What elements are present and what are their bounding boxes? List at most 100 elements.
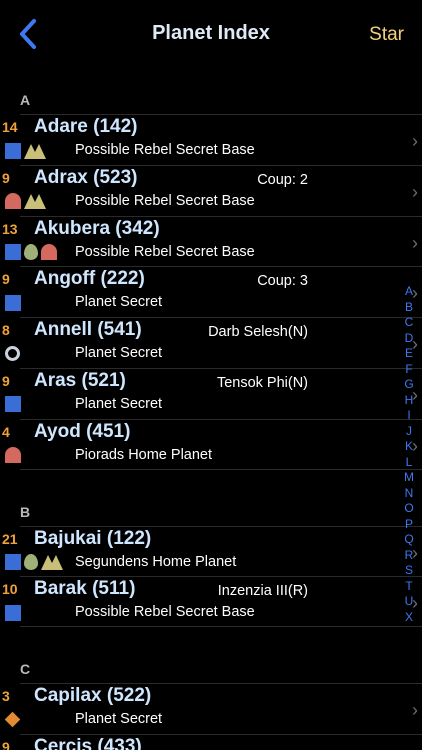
planet-icons — [5, 244, 57, 261]
index-letter[interactable]: A — [400, 284, 418, 300]
planet-detail: Possible Rebel Secret Base — [75, 192, 255, 209]
table-row[interactable]: 14 Adare (142) Possible Rebel Secret Base › — [2, 114, 422, 165]
planet-name: Aras (521) — [34, 369, 126, 391]
index-letter[interactable]: P — [400, 517, 418, 533]
planet-detail: Segundens Home Planet — [75, 553, 237, 570]
planet-name: Bajukai (122) — [34, 527, 152, 549]
planet-icons — [5, 193, 46, 210]
chevron-right-icon: › — [412, 700, 418, 721]
star-button[interactable]: Star — [369, 24, 404, 46]
arch-icon — [5, 447, 21, 464]
planet-icons — [5, 345, 20, 362]
planet-number: 9 — [2, 271, 10, 288]
section-header: A — [20, 92, 31, 108]
index-letter[interactable]: S — [400, 563, 418, 579]
index-letter[interactable]: O — [400, 501, 418, 517]
planet-icons — [5, 142, 46, 159]
diamond-icon — [4, 711, 21, 728]
planet-list[interactable]: A 14 Adare (142) Possible Rebel Secret Base… — [0, 84, 422, 750]
section-rows: 14 Adare (142) Possible Rebel Secret Base ›… — [0, 114, 422, 470]
table-row[interactable]: 8 Annell (541) Darb Selesh(N) Planet Secret… — [2, 317, 422, 368]
planet-icons — [5, 447, 21, 464]
planet-number: 9 — [2, 372, 10, 389]
table-row[interactable]: 9Cercis (433)› — [2, 733, 422, 750]
planet-detail: Possible Rebel Secret Base — [75, 243, 255, 260]
planet-name: Ayod (451) — [34, 420, 131, 442]
table-row[interactable]: 3 Capilax (522) Planet Secret › — [2, 683, 422, 734]
mountain-icon — [41, 555, 63, 571]
planet-number: 9 — [2, 169, 10, 186]
planet-number: 4 — [2, 423, 10, 440]
section-header: C — [20, 661, 31, 678]
planet-detail: Possible Rebel Secret Base — [75, 604, 255, 621]
ring-icon — [5, 346, 20, 362]
planet-name: Akubera (342) — [34, 217, 160, 239]
index-letter[interactable]: K — [400, 439, 418, 455]
table-row[interactable]: 9 Aras (521) Tensok Phi(N) Planet Secret › — [2, 367, 422, 419]
index-letter[interactable]: R — [400, 548, 418, 564]
planet-number: 21 — [2, 530, 18, 547]
planet-detail: Possible Rebel Secret Base — [75, 142, 255, 158]
index-letter[interactable]: D — [400, 331, 418, 347]
section-index[interactable]: ABCDEFGHIJKLMNOPQRSTUX — [400, 284, 418, 625]
planet-extra: Darb Selesh(N) — [208, 324, 308, 341]
planet-number: 3 — [2, 688, 10, 705]
index-letter[interactable]: M — [400, 470, 418, 486]
planet-name: Adrax (523) — [34, 166, 138, 188]
index-letter[interactable]: N — [400, 486, 418, 502]
planet-extra: Tensok Phi(N) — [216, 374, 308, 391]
section-rows: 21 Bajukai (122) Segundens Home Planet › 10 B… — [0, 525, 422, 628]
drop-icon — [24, 244, 38, 261]
page-title: Planet Index — [152, 22, 270, 44]
index-letter[interactable]: E — [400, 346, 418, 362]
planet-detail: Piorads Home Planet — [75, 446, 213, 463]
index-letter[interactable]: G — [400, 377, 418, 393]
planet-number: 8 — [2, 322, 10, 339]
planet-detail: Planet Secret — [75, 345, 163, 362]
table-row[interactable]: 4 Ayod (451) Piorads Home Planet › — [2, 418, 422, 470]
mountain-icon — [24, 143, 46, 159]
square-icon — [5, 604, 21, 621]
planet-name: Annell (541) — [34, 319, 142, 341]
planet-name: Cercis (433) — [34, 735, 142, 750]
index-letter[interactable]: Q — [400, 532, 418, 548]
section-a: A 14 Adare (142) Possible Rebel Secret Base… — [0, 84, 422, 470]
index-letter[interactable]: C — [400, 315, 418, 331]
index-letter[interactable]: H — [400, 393, 418, 409]
square-icon — [5, 396, 21, 413]
section-b: B 21 Bajukai (122) Segundens Home Planet › 10… — [0, 496, 422, 628]
planet-name: Adare (142) — [34, 116, 138, 137]
square-icon — [5, 554, 21, 571]
planet-icons — [5, 604, 21, 621]
index-letter[interactable]: J — [400, 424, 418, 440]
index-letter[interactable]: U — [400, 594, 418, 610]
mountain-icon — [24, 194, 46, 210]
index-letter[interactable]: T — [400, 579, 418, 595]
table-row[interactable]: 21 Bajukai (122) Segundens Home Planet › — [2, 525, 422, 577]
index-letter[interactable]: I — [400, 408, 418, 424]
planet-extra: Coup: 2 — [257, 171, 308, 188]
navigation-bar: Planet Index Star — [0, 0, 422, 72]
index-letter[interactable]: B — [400, 300, 418, 316]
planet-detail: Planet Secret — [75, 294, 163, 311]
index-letter[interactable]: X — [400, 610, 418, 626]
planet-extra: Coup: 3 — [257, 273, 308, 290]
square-icon — [5, 244, 21, 261]
index-letter[interactable]: L — [400, 455, 418, 471]
table-row[interactable]: 9 Adrax (523) Coup: 2 Possible Rebel Secret… — [2, 164, 422, 216]
table-row[interactable]: 10 Barak (511) Inzenzia III(R) Possible Reb… — [2, 576, 422, 628]
table-row[interactable]: 9 Angoff (222) Coup: 3 Planet Secret › — [2, 266, 422, 317]
planet-icons — [4, 711, 21, 728]
planet-name: Angoff (222) — [34, 268, 145, 290]
section-header: B — [20, 503, 31, 520]
planet-icons — [5, 396, 21, 413]
table-row[interactable]: 13 Akubera (342) Possible Rebel Secret Bas… — [2, 215, 422, 267]
arch-icon — [41, 244, 57, 261]
planet-number: 10 — [2, 581, 18, 598]
planet-number: 9 — [2, 738, 10, 750]
drop-icon — [24, 554, 38, 571]
index-letter[interactable]: F — [400, 362, 418, 378]
planet-name: Capilax (522) — [34, 685, 152, 707]
planet-detail: Planet Secret — [75, 395, 163, 412]
